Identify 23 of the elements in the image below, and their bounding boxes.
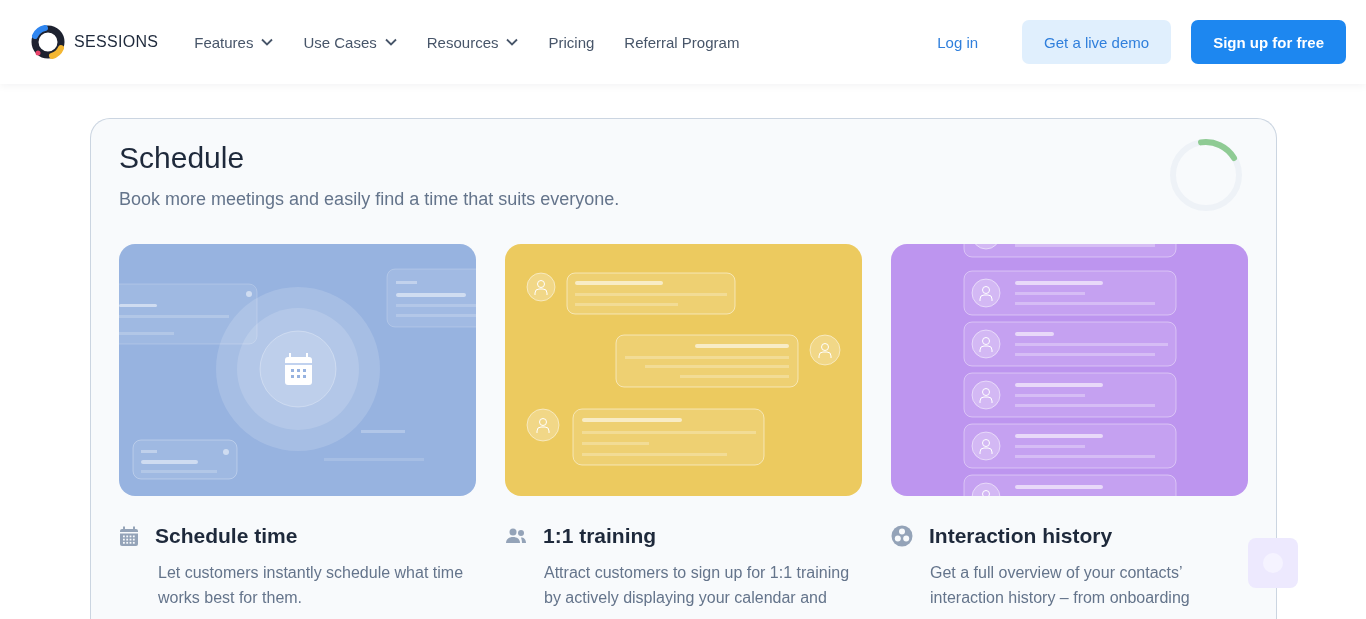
brand-name: SESSIONS [74, 33, 159, 51]
section-title: Schedule [119, 141, 246, 175]
nav-link[interactable]: Resources [426, 33, 519, 51]
loading-ring-icon [1168, 137, 1244, 213]
feature-title: Interaction history [929, 524, 1113, 548]
feature-title: 1:1 training [543, 524, 657, 548]
nav-link[interactable]: Pricing [548, 33, 595, 51]
feature-title: Schedule time [155, 524, 298, 548]
live-demo-button[interactable]: Get a live demo [1022, 20, 1172, 64]
signup-button[interactable]: Sign up for free [1191, 20, 1346, 64]
circle-dots-icon [891, 525, 913, 547]
nav-link[interactable]: Referral Program [624, 33, 740, 51]
chat-widget-button[interactable] [1248, 538, 1298, 588]
feature-description: Let customers instantly schedule what time works best for them. [158, 563, 465, 608]
calendar-icon [119, 525, 139, 547]
nav-link[interactable]: Use Cases [303, 33, 397, 51]
section-subtitle: Book more meetings and easily find a time that suits everyone. [119, 189, 621, 210]
login-link[interactable]: Log in [913, 33, 1003, 51]
feature-description: Get a full overview of your contacts’ interaction history – from onboarding [930, 563, 1191, 608]
people-icon [505, 528, 527, 544]
feature-description: Attract customers to sign up for 1:1 training by actively displaying your calendar and [544, 563, 851, 608]
brand-logo-icon [30, 24, 66, 60]
nav-link[interactable]: Features [194, 33, 274, 51]
